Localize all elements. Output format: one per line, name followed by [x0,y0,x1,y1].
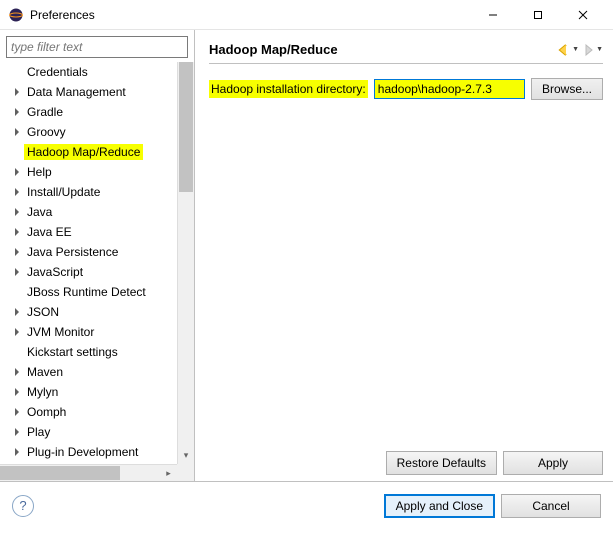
tree-item-label: Plug-in Development [24,444,141,460]
tree-item-label: Help [24,164,55,180]
tree-item-label: Java EE [24,224,75,240]
browse-button[interactable]: Browse... [531,78,603,100]
tree-item-label: JBoss Runtime Detect [24,284,149,300]
tree-item[interactable]: JBoss Runtime Detect [6,282,194,302]
scroll-down-icon[interactable]: ▾ [178,447,194,464]
eclipse-icon [8,7,24,23]
minimize-button[interactable] [470,1,515,29]
tree-item[interactable]: Data Management [6,82,194,102]
tree-item-label: JVM Monitor [24,324,97,340]
vertical-scrollbar[interactable]: ▾ [177,62,194,464]
horizontal-scrollbar[interactable]: ◂ ▸ [0,464,177,481]
help-icon[interactable]: ? [12,495,34,517]
tree-item-label: Mylyn [24,384,61,400]
scroll-right-icon[interactable]: ▸ [160,465,177,481]
maximize-button[interactable] [515,1,560,29]
expand-icon[interactable] [10,385,24,399]
tree-item[interactable]: Hadoop Map/Reduce [6,142,194,162]
tree-item[interactable]: Java EE [6,222,194,242]
tree-item-label: Groovy [24,124,69,140]
tree-item-label: Play [24,424,53,440]
tree-item-label: Maven [24,364,66,380]
expand-icon[interactable] [10,225,24,239]
preferences-tree[interactable]: Credentials Data Management Gradle Groovy Ha… [6,62,194,481]
tree-item[interactable]: Oomph [6,402,194,422]
expand-icon[interactable] [10,405,24,419]
scrollbar-thumb[interactable] [179,62,193,192]
preferences-tree-pane: Credentials Data Management Gradle Groovy Ha… [0,30,195,481]
page-title: Hadoop Map/Reduce [209,42,557,57]
tree-item[interactable]: Help [6,162,194,182]
tree-item[interactable]: Kickstart settings [6,342,194,362]
tree-item-label: Gradle [24,104,66,120]
expand-icon[interactable] [10,425,24,439]
tree-spacer [10,65,24,79]
chevron-down-icon[interactable]: ▼ [572,46,579,53]
install-dir-label: Hadoop installation directory: [209,80,368,98]
expand-icon[interactable] [10,185,24,199]
apply-button[interactable]: Apply [503,451,603,475]
dialog-button-bar: ? Apply and Close Cancel [0,481,613,529]
tree-spacer [10,285,24,299]
chevron-down-icon[interactable]: ▼ [596,46,603,53]
restore-defaults-button[interactable]: Restore Defaults [386,451,497,475]
tree-item[interactable]: JVM Monitor [6,322,194,342]
expand-icon[interactable] [10,305,24,319]
tree-item[interactable]: Java [6,202,194,222]
expand-icon[interactable] [10,265,24,279]
tree-item[interactable]: JSON [6,302,194,322]
cancel-button[interactable]: Cancel [501,494,601,518]
titlebar: Preferences [0,0,613,30]
tree-item[interactable]: Credentials [6,62,194,82]
install-dir-input[interactable] [374,79,525,99]
expand-icon[interactable] [10,205,24,219]
window-title: Preferences [30,8,470,22]
tree-item-label: Kickstart settings [24,344,121,360]
scrollbar-thumb[interactable] [0,466,120,480]
tree-item-label: Data Management [24,84,129,100]
tree-item[interactable]: Install/Update [6,182,194,202]
expand-icon[interactable] [10,365,24,379]
tree-item-label: Oomph [24,404,69,420]
expand-icon[interactable] [10,325,24,339]
tree-spacer [10,345,24,359]
tree-item[interactable]: Plug-in Development [6,442,194,462]
nav-forward-button[interactable]: ▼ [581,43,603,57]
expand-icon[interactable] [10,125,24,139]
tree-item-label: Java [24,204,55,220]
tree-item-label: Install/Update [24,184,103,200]
tree-item[interactable]: JavaScript [6,262,194,282]
tree-item[interactable]: Mylyn [6,382,194,402]
expand-icon[interactable] [10,105,24,119]
tree-item-label: Hadoop Map/Reduce [24,144,143,160]
nav-back-button[interactable]: ▼ [557,43,579,57]
tree-item[interactable]: Java Persistence [6,242,194,262]
tree-spacer [10,145,24,159]
tree-item[interactable]: Gradle [6,102,194,122]
filter-input[interactable] [6,36,188,58]
tree-item-label: JavaScript [24,264,86,280]
tree-item[interactable]: Maven [6,362,194,382]
expand-icon[interactable] [10,445,24,459]
tree-item-label: Credentials [24,64,91,80]
expand-icon[interactable] [10,85,24,99]
tree-item[interactable]: Groovy [6,122,194,142]
close-button[interactable] [560,1,605,29]
preferences-page: Hadoop Map/Reduce ▼ ▼ Hadoop installatio… [195,30,613,481]
tree-item[interactable]: Play [6,422,194,442]
expand-icon[interactable] [10,245,24,259]
apply-and-close-button[interactable]: Apply and Close [384,494,495,518]
scrollbar-corner [177,464,194,481]
expand-icon[interactable] [10,165,24,179]
tree-item-label: JSON [24,304,62,320]
tree-item-label: Java Persistence [24,244,121,260]
